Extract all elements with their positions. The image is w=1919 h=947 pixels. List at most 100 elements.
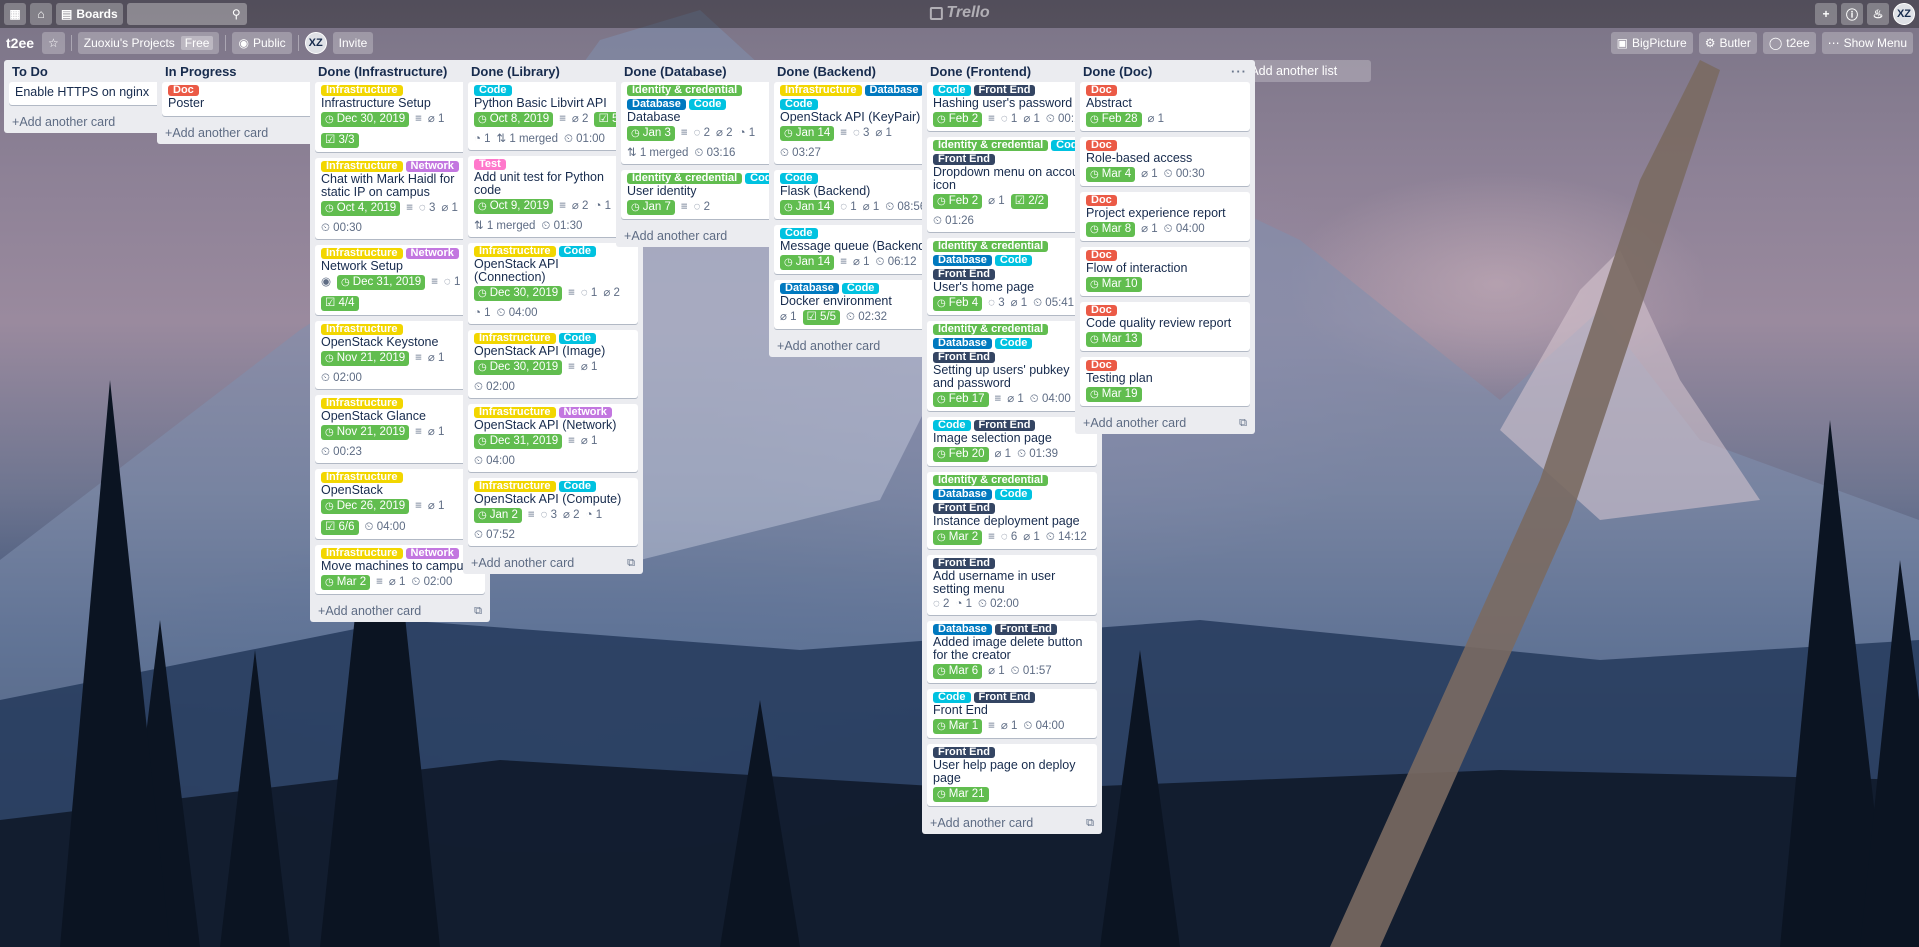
due-date-badge[interactable]: ◷ Mar 2	[321, 575, 371, 590]
label[interactable]: Front End	[933, 747, 995, 758]
label[interactable]: Code	[994, 489, 1033, 500]
label[interactable]: Doc	[1086, 195, 1117, 206]
create-button[interactable]: +	[1814, 3, 1837, 25]
due-date-badge[interactable]: ◷ Feb 2	[933, 112, 983, 127]
label[interactable]: Front End	[994, 624, 1057, 635]
add-card-button[interactable]: + Add another card ⧉	[1075, 412, 1255, 434]
card[interactable]: Database Front End Added image delete butt…	[927, 621, 1097, 683]
due-date-badge[interactable]: ◷ Mar 13	[1086, 332, 1142, 347]
card[interactable]: Identity & credential Code Front End Dropdo…	[927, 137, 1097, 232]
label[interactable]: Infrastructure	[321, 324, 403, 335]
label[interactable]: Test	[474, 159, 506, 170]
card[interactable]: Infrastructure Database Code OpenStack API …	[774, 82, 944, 164]
label[interactable]: Doc	[1086, 250, 1117, 261]
list-title[interactable]: In Progress	[165, 64, 237, 79]
label[interactable]: Front End	[973, 692, 1036, 703]
list-title[interactable]: Done (Infrastructure)	[318, 64, 447, 79]
due-date-badge[interactable]: ◷ Jan 14	[780, 255, 835, 270]
due-date-badge[interactable]: ◷ Mar 19	[1086, 387, 1142, 402]
label[interactable]: Infrastructure	[474, 333, 556, 344]
card[interactable]: Infrastructure Code OpenStack API (Compute…	[468, 478, 638, 546]
label[interactable]: Network	[405, 248, 459, 259]
add-card-button[interactable]: + Add another card ⧉	[310, 600, 490, 622]
card[interactable]: Doc Poster	[162, 82, 332, 116]
visibility-button[interactable]: ◉ Public	[232, 32, 292, 54]
card[interactable]: Database Code Docker environment ⌀ 1 ☑ 5/5 ⏲ …	[774, 280, 944, 329]
card[interactable]: Test Add unit test for Python code ◷ Oct 9,…	[468, 156, 638, 237]
due-date-badge[interactable]: ◷ Dec 30, 2019	[474, 286, 563, 301]
card[interactable]: Doc Project experience report ◷ Mar 8 ⌀ 1 ⏲ 0…	[1080, 192, 1250, 241]
label[interactable]: Code	[780, 99, 818, 110]
card[interactable]: Doc Abstract ◷ Feb 28 ⌀ 1	[1080, 82, 1250, 131]
label[interactable]: Infrastructure	[321, 548, 403, 559]
label[interactable]: Doc	[1086, 305, 1117, 316]
card[interactable]: Code Flask (Backend) ◷ Jan 14 ◌ 1 ⌀ 1 ⏲ 08:56	[774, 170, 944, 219]
label[interactable]: Code	[994, 255, 1033, 266]
label[interactable]: Database	[933, 255, 992, 266]
add-card-button[interactable]: + Add another card ⧉	[922, 812, 1102, 834]
more-icon[interactable]: ···	[1231, 64, 1247, 79]
search-input[interactable]: ⚲	[126, 3, 247, 25]
label[interactable]: Code	[474, 85, 512, 96]
label[interactable]: Doc	[1086, 85, 1117, 96]
info-button[interactable]: ⓘ	[1840, 3, 1863, 25]
label[interactable]: Code	[558, 246, 597, 257]
list-title[interactable]: To Do	[12, 64, 48, 79]
card[interactable]: Infrastructure Network Chat with Mark Haid…	[315, 158, 485, 239]
due-date-badge[interactable]: ◷ Jan 14	[780, 126, 835, 141]
list-title[interactable]: Done (Library)	[471, 64, 560, 79]
card[interactable]: Code Front End Front End ◷ Mar 1 ≡ ⌀ 1 ⏲ 04:00	[927, 689, 1097, 738]
label[interactable]: Front End	[933, 269, 995, 280]
due-date-badge[interactable]: ◷ Dec 30, 2019	[321, 112, 410, 127]
card[interactable]: Doc Testing plan ◷ Mar 19	[1080, 357, 1250, 406]
card[interactable]: Identity & credential Code User identity ◷ J…	[621, 170, 791, 219]
label[interactable]: Doc	[1086, 140, 1117, 151]
due-date-badge[interactable]: ◷ Mar 4	[1086, 167, 1136, 182]
due-date-badge[interactable]: ◷ Nov 21, 2019	[321, 425, 410, 440]
label[interactable]: Identity & credential	[933, 140, 1049, 151]
board-title[interactable]: t2ee	[6, 35, 34, 51]
label[interactable]: Front End	[933, 558, 995, 569]
card[interactable]: Infrastructure Network OpenStack API (Netw…	[468, 404, 638, 472]
card[interactable]: Front End Add username in user setting me…	[927, 555, 1097, 615]
due-date-badge[interactable]: ◷ Feb 28	[1086, 112, 1142, 127]
label[interactable]: Front End	[973, 420, 1036, 431]
label[interactable]: Doc	[168, 85, 199, 96]
due-date-badge[interactable]: ◷ Mar 10	[1086, 277, 1142, 292]
due-date-badge[interactable]: ◷ Jan 3	[627, 126, 675, 141]
due-date-badge[interactable]: ◷ Oct 8, 2019	[474, 112, 554, 127]
list-title[interactable]: Done (Database)	[624, 64, 727, 79]
card[interactable]: Infrastructure Infrastructure Setup ◷ Dec 3…	[315, 82, 485, 152]
card[interactable]: Infrastructure OpenStack Glance ◷ Nov 21, 2…	[315, 395, 485, 463]
label[interactable]: Code	[558, 333, 597, 344]
due-date-badge[interactable]: ◷ Mar 1	[933, 719, 983, 734]
user-avatar[interactable]: XZ	[1893, 3, 1915, 25]
label[interactable]: Database	[933, 338, 992, 349]
label[interactable]: Code	[841, 283, 880, 294]
due-date-badge[interactable]: ◷ Feb 20	[933, 447, 989, 462]
due-date-badge[interactable]: ◷ Dec 31, 2019	[474, 434, 563, 449]
due-date-badge[interactable]: ◷ Oct 9, 2019	[474, 199, 554, 214]
team-button[interactable]: Zuoxiu's Projects Free	[77, 32, 220, 54]
label[interactable]: Doc	[1086, 360, 1117, 371]
label[interactable]: Network	[405, 161, 459, 172]
list-title[interactable]: Done (Frontend)	[930, 64, 1031, 79]
member-avatar[interactable]: XZ	[304, 32, 327, 54]
github-button[interactable]: ◯ t2ee	[1762, 32, 1816, 54]
label[interactable]: Infrastructure	[321, 85, 403, 96]
label[interactable]: Front End	[973, 85, 1036, 96]
card-template-icon[interactable]: ⧉	[1239, 417, 1247, 430]
label[interactable]: Code	[933, 420, 971, 431]
label[interactable]: Database	[933, 489, 992, 500]
label[interactable]: Database	[933, 624, 992, 635]
card[interactable]: Doc Code quality review report ◷ Mar 13	[1080, 302, 1250, 351]
due-date-badge[interactable]: ◷ Jan 14	[780, 200, 835, 215]
due-date-badge[interactable]: ◷ Oct 4, 2019	[321, 201, 401, 216]
card[interactable]: Infrastructure Code OpenStack API (Image) ◷…	[468, 330, 638, 398]
due-date-badge[interactable]: ◷ Dec 31, 2019	[337, 275, 426, 290]
label[interactable]: Infrastructure	[474, 481, 556, 492]
invite-button[interactable]: Invite	[332, 32, 374, 54]
due-date-badge[interactable]: ◷ Dec 26, 2019	[321, 499, 410, 514]
bigpicture-button[interactable]: ▣ BigPicture	[1610, 32, 1693, 54]
card[interactable]: Front End User help page on deploy page ◷ M…	[927, 744, 1097, 806]
